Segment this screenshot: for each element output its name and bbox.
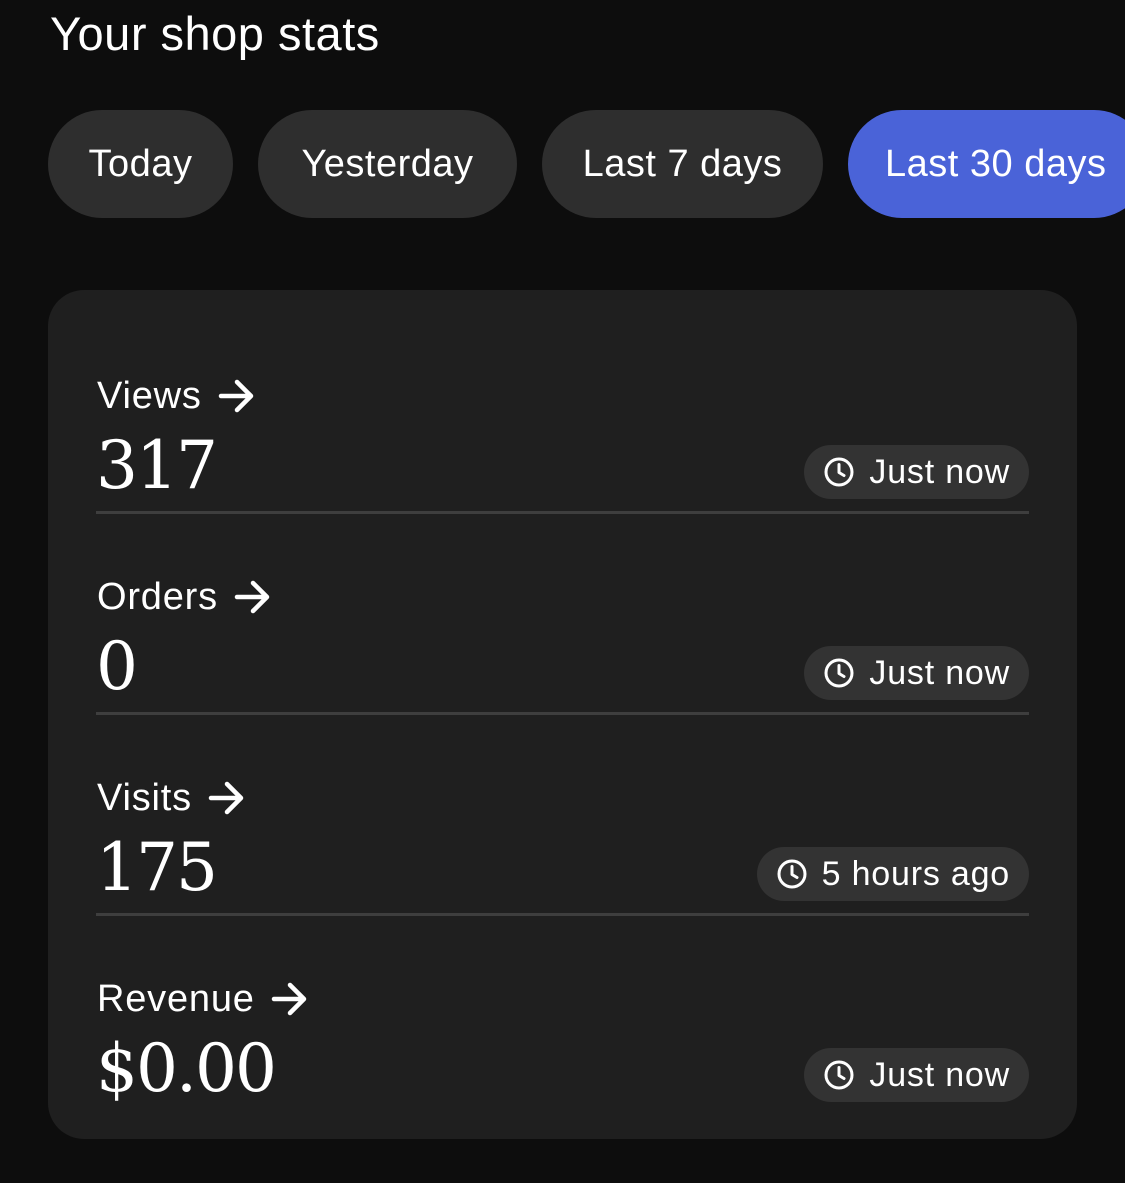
stat-row-views[interactable]: Views 317 Just now [96, 314, 1029, 514]
divider [96, 712, 1029, 715]
shop-stats-page: Your shop stats Today Yesterday Last 7 d… [0, 0, 1125, 1183]
stat-value: $0.00 [96, 1030, 277, 1107]
arrow-right-icon [218, 379, 256, 413]
updated-text: Just now [869, 653, 1010, 692]
tab-yesterday[interactable]: Yesterday [258, 110, 517, 218]
arrow-right-icon [271, 982, 309, 1016]
tab-label: Yesterday [301, 142, 474, 185]
stat-label: Revenue [97, 978, 255, 1020]
stat-row-orders[interactable]: Orders 0 Just now [96, 515, 1029, 715]
updated-badge: 5 hours ago [756, 847, 1029, 901]
stat-label: Visits [97, 777, 192, 819]
clock-icon [823, 657, 855, 689]
stat-link-orders[interactable]: Orders [97, 573, 272, 621]
arrow-right-icon [208, 781, 246, 815]
clock-icon [823, 456, 855, 488]
stat-value: 317 [96, 427, 218, 504]
stat-value: 0 [96, 628, 138, 705]
stats-card: Views 317 Just now Orders 0 Just now Vis… [48, 290, 1077, 1139]
stat-label: Orders [97, 576, 218, 618]
updated-badge: Just now [804, 646, 1029, 700]
tab-label: Last 30 days [885, 142, 1107, 185]
updated-text: Just now [869, 452, 1010, 491]
arrow-right-icon [234, 580, 272, 614]
updated-badge: Just now [804, 1048, 1029, 1102]
stat-link-views[interactable]: Views [97, 372, 256, 420]
clock-icon [776, 858, 808, 890]
divider [96, 913, 1029, 916]
divider [96, 511, 1029, 514]
tab-today[interactable]: Today [48, 110, 233, 218]
stat-link-revenue[interactable]: Revenue [97, 975, 309, 1023]
tab-last-30-days[interactable]: Last 30 days [848, 110, 1125, 218]
updated-text: 5 hours ago [821, 854, 1010, 893]
tab-label: Last 7 days [582, 142, 783, 185]
stat-value: 175 [96, 829, 218, 906]
tab-last-7-days[interactable]: Last 7 days [542, 110, 823, 218]
date-range-tabs: Today Yesterday Last 7 days Last 30 days [48, 110, 1125, 218]
page-title: Your shop stats [50, 7, 380, 60]
updated-text: Just now [869, 1055, 1010, 1094]
stat-label: Views [97, 375, 202, 417]
clock-icon [823, 1059, 855, 1091]
tab-label: Today [88, 142, 193, 185]
stat-row-revenue[interactable]: Revenue $0.00 Just now [96, 917, 1029, 1117]
stat-row-visits[interactable]: Visits 175 5 hours ago [96, 716, 1029, 916]
stat-link-visits[interactable]: Visits [97, 774, 246, 822]
updated-badge: Just now [804, 445, 1029, 499]
